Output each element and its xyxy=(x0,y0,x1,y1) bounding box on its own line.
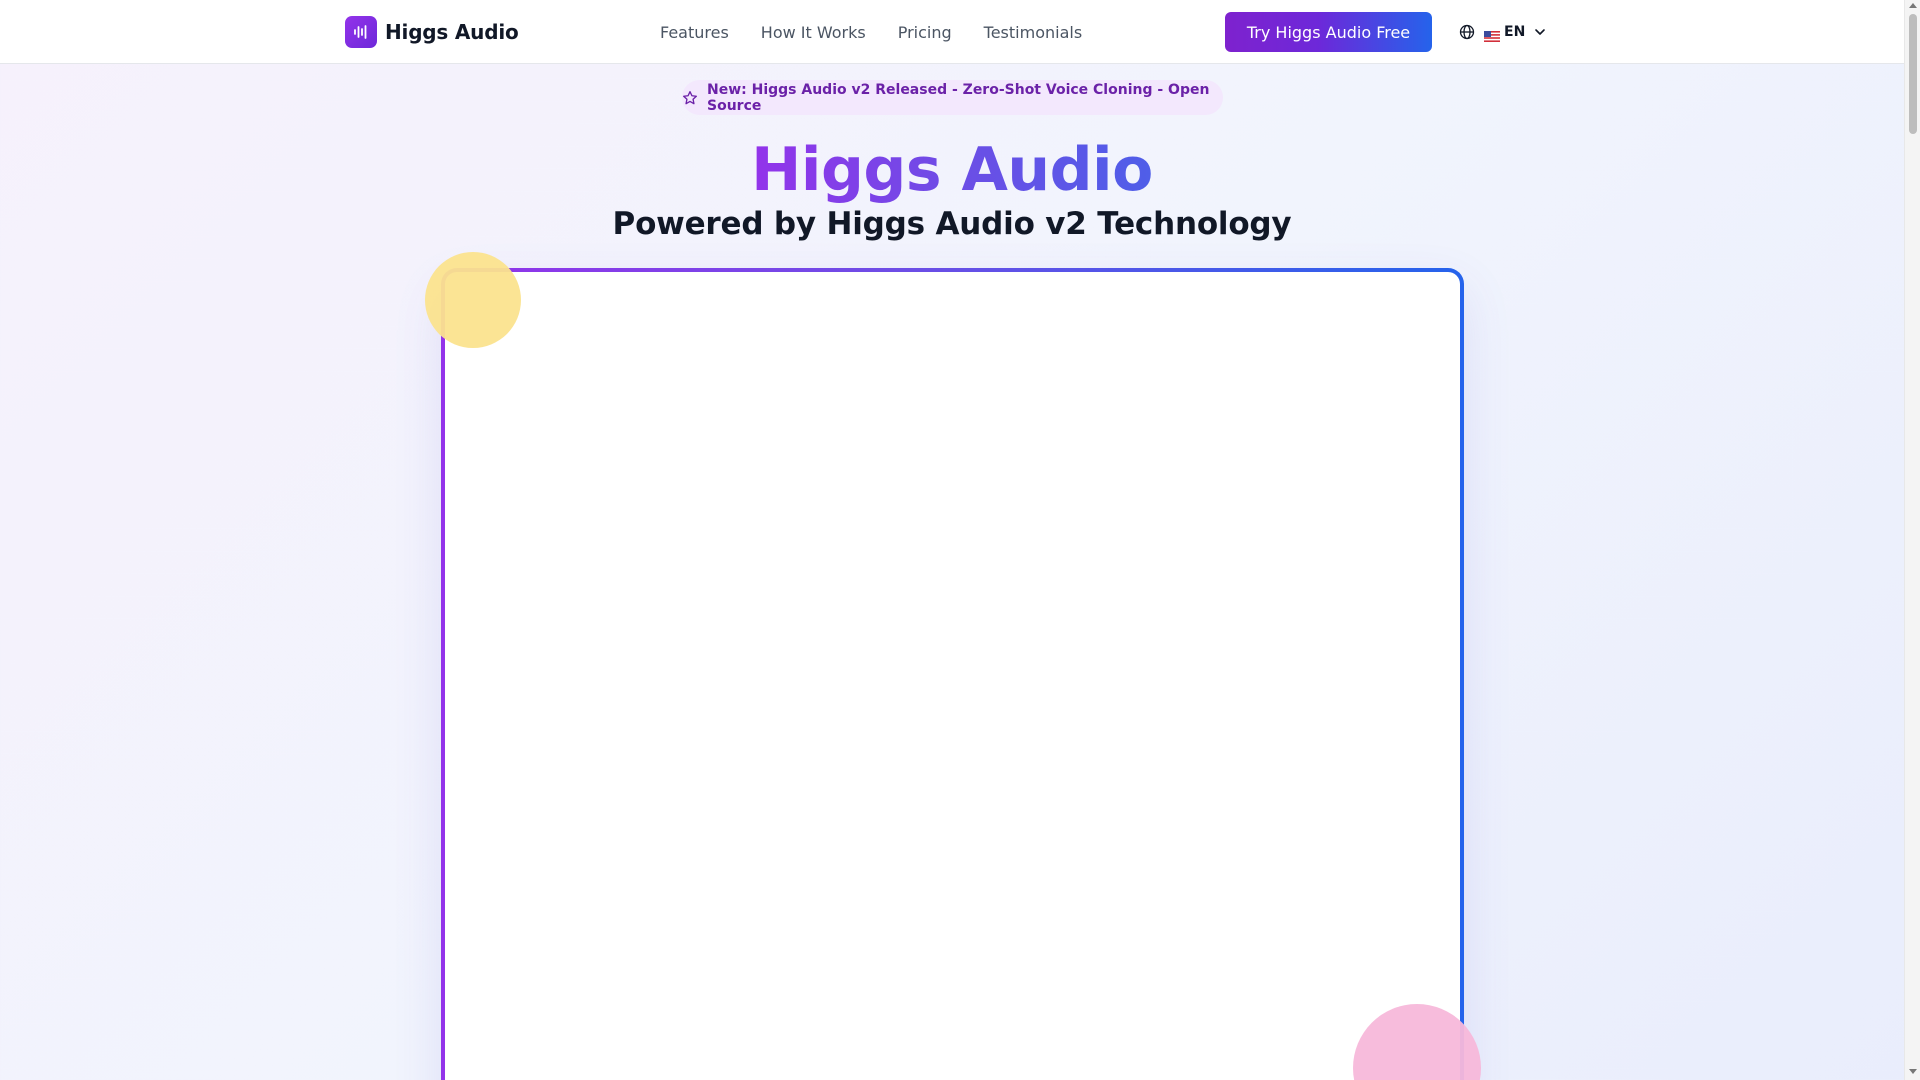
hero-title-text: Higgs Audio xyxy=(751,135,1153,205)
demo-card xyxy=(445,272,1460,1080)
main-nav: Features How It Works Pricing Testimonia… xyxy=(660,0,1114,64)
us-flag-icon xyxy=(1484,27,1500,42)
scroll-down-arrow-icon[interactable] xyxy=(1909,1069,1917,1074)
hero-title: Higgs Audio xyxy=(0,130,1904,210)
language-selector[interactable]: EN xyxy=(1459,20,1547,44)
globe-icon xyxy=(1459,24,1475,40)
site-header: Higgs Audio Features How It Works Pricin… xyxy=(0,0,1904,64)
try-free-button[interactable]: Try Higgs Audio Free xyxy=(1225,12,1432,52)
scroll-up-arrow-icon[interactable] xyxy=(1909,3,1917,8)
announcement-text: New: Higgs Audio v2 Released - Zero-Shot… xyxy=(707,81,1210,114)
brand-logo-link[interactable]: Higgs Audio xyxy=(345,16,519,48)
chevron-down-icon xyxy=(1533,25,1547,39)
nav-link-pricing[interactable]: Pricing xyxy=(898,23,952,42)
page-scrollbar[interactable] xyxy=(1904,0,1920,1080)
waveform-icon xyxy=(345,16,377,48)
scrollbar-thumb[interactable] xyxy=(1909,14,1917,134)
star-icon xyxy=(682,90,698,106)
nav-link-testimonials[interactable]: Testimonials xyxy=(984,23,1083,42)
language-code: EN xyxy=(1504,24,1526,40)
nav-link-how-it-works[interactable]: How It Works xyxy=(761,23,866,42)
brand-name: Higgs Audio xyxy=(385,20,519,44)
announcement-badge[interactable]: New: Higgs Audio v2 Released - Zero-Shot… xyxy=(682,80,1223,115)
nav-link-features[interactable]: Features xyxy=(660,23,729,42)
hero-subtitle: Powered by Higgs Audio v2 Technology xyxy=(612,206,1292,242)
demo-card-frame xyxy=(441,268,1464,1080)
decorative-yellow-circle xyxy=(425,252,521,348)
